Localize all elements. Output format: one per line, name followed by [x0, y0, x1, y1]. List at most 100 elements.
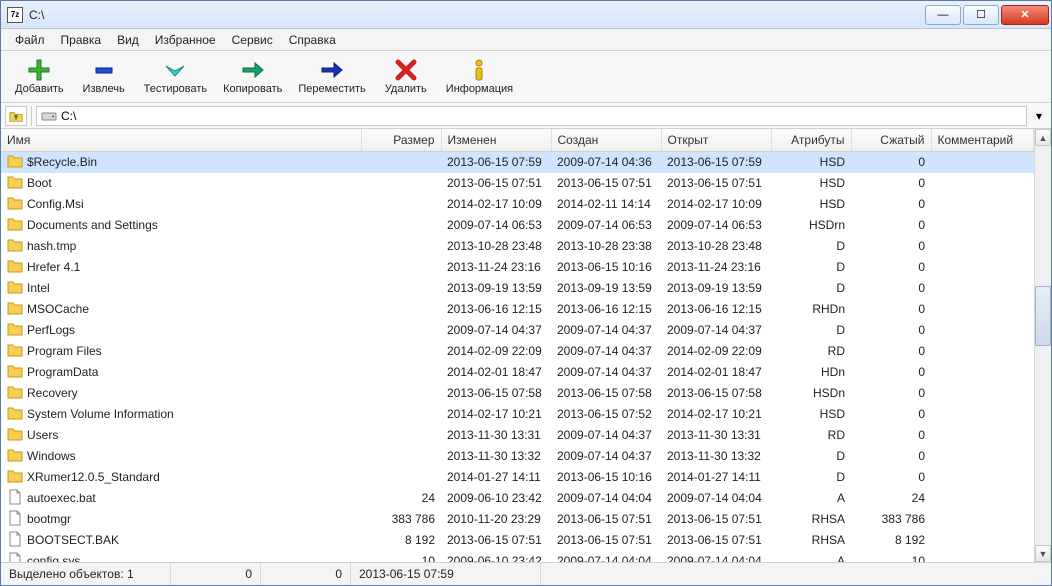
menu-view[interactable]: Вид [109, 29, 147, 50]
vertical-scrollbar[interactable]: ▲ ▼ [1034, 129, 1051, 562]
cell-comment [931, 236, 1034, 257]
table-row[interactable]: Users2013-11-30 13:312009-07-14 04:37201… [1, 425, 1034, 446]
cell-comment [931, 509, 1034, 530]
scroll-up-button[interactable]: ▲ [1035, 129, 1051, 146]
table-row[interactable]: Documents and Settings2009-07-14 06:5320… [1, 215, 1034, 236]
col-size[interactable]: Размер [361, 129, 441, 151]
col-comment[interactable]: Комментарий [931, 129, 1034, 151]
toolbar-test[interactable]: Тестировать [138, 53, 214, 101]
cell-packed: 0 [851, 446, 931, 467]
table-row[interactable]: Intel2013-09-19 13:592013-09-19 13:59201… [1, 278, 1034, 299]
cell-modified: 2013-09-19 13:59 [441, 278, 551, 299]
toolbar-copy[interactable]: Копировать [217, 53, 288, 101]
minimize-button[interactable]: — [925, 5, 961, 25]
cell-created: 2009-07-14 04:37 [551, 446, 661, 467]
file-name: Recovery [27, 386, 78, 400]
table-row[interactable]: Hrefer 4.12013-11-24 23:162013-06-15 10:… [1, 257, 1034, 278]
cell-created: 2009-07-14 04:04 [551, 551, 661, 563]
cell-size [361, 362, 441, 383]
table-row[interactable]: Program Files2014-02-09 22:092009-07-14 … [1, 341, 1034, 362]
file-name: Windows [27, 449, 76, 463]
cell-modified: 2009-06-10 23:42 [441, 551, 551, 563]
cell-packed: 0 [851, 215, 931, 236]
table-row[interactable]: ProgramData2014-02-01 18:472009-07-14 04… [1, 362, 1034, 383]
file-name: Documents and Settings [27, 218, 158, 232]
cell-opened: 2013-09-19 13:59 [661, 278, 771, 299]
titlebar[interactable]: 7z C:\ — ☐ ✕ [1, 1, 1051, 29]
table-row[interactable]: BOOTSECT.BAK8 1922013-06-15 07:512013-06… [1, 530, 1034, 551]
copy-arrow-icon [241, 58, 265, 82]
cell-modified: 2009-06-10 23:42 [441, 488, 551, 509]
toolbar-move[interactable]: Переместить [292, 53, 371, 101]
drive-icon [41, 108, 57, 124]
cell-packed: 0 [851, 257, 931, 278]
cell-packed: 10 [851, 551, 931, 563]
cell-comment [931, 194, 1034, 215]
menu-tools[interactable]: Сервис [224, 29, 281, 50]
toolbar-add[interactable]: Добавить [9, 53, 70, 101]
check-icon [163, 58, 187, 82]
status-cell-2: 0 [171, 563, 261, 585]
address-bar: C:\ ▾ [1, 103, 1051, 129]
toolbar-test-label: Тестировать [144, 83, 208, 95]
cell-created: 2013-06-15 07:51 [551, 173, 661, 194]
scroll-track[interactable] [1035, 146, 1051, 545]
cell-comment [931, 173, 1034, 194]
toolbar-move-label: Переместить [298, 83, 365, 95]
cell-opened: 2014-02-17 10:09 [661, 194, 771, 215]
folder-icon [7, 258, 23, 277]
toolbar-delete[interactable]: Удалить [376, 53, 436, 101]
cell-size [361, 425, 441, 446]
address-dropdown[interactable]: ▾ [1031, 106, 1047, 126]
table-row[interactable]: Boot2013-06-15 07:512013-06-15 07:512013… [1, 173, 1034, 194]
toolbar-info[interactable]: Информация [440, 53, 519, 101]
table-row[interactable]: config.sys 10 2009-06-10 23:422009-07-14 0… [1, 551, 1034, 563]
menu-help[interactable]: Справка [281, 29, 344, 50]
file-name: hash.tmp [27, 239, 76, 253]
col-opened[interactable]: Открыт [661, 129, 771, 151]
cell-packed: 0 [851, 278, 931, 299]
cell-created: 2013-09-19 13:59 [551, 278, 661, 299]
folder-icon [7, 216, 23, 235]
cell-modified: 2013-11-30 13:31 [441, 425, 551, 446]
scroll-thumb[interactable] [1035, 286, 1051, 346]
table-row[interactable]: Windows2013-11-30 13:322009-07-14 04:372… [1, 446, 1034, 467]
file-name: BOOTSECT.BAK [27, 533, 119, 547]
cell-created: 2013-10-28 23:38 [551, 236, 661, 257]
col-packed[interactable]: Сжатый [851, 129, 931, 151]
cell-opened: 2013-11-30 13:32 [661, 446, 771, 467]
table-row[interactable]: hash.tmp2013-10-28 23:482013-10-28 23:38… [1, 236, 1034, 257]
cell-attrs: HSD [771, 151, 851, 173]
cell-modified: 2013-06-16 12:15 [441, 299, 551, 320]
menu-file[interactable]: Файл [7, 29, 53, 50]
table-row[interactable]: autoexec.bat242009-06-10 23:422009-07-14… [1, 488, 1034, 509]
table-row[interactable]: XRumer12.0.5_Standard2014-01-27 14:11201… [1, 467, 1034, 488]
cell-packed: 0 [851, 299, 931, 320]
menu-favorites[interactable]: Избранное [147, 29, 224, 50]
toolbar-extract[interactable]: Извлечь [74, 53, 134, 101]
col-created[interactable]: Создан [551, 129, 661, 151]
cell-attrs: HSD [771, 404, 851, 425]
table-row[interactable]: PerfLogs2009-07-14 04:372009-07-14 04:37… [1, 320, 1034, 341]
address-field[interactable]: C:\ [36, 106, 1027, 126]
file-name: config.sys [27, 554, 80, 562]
col-attrs[interactable]: Атрибуты [771, 129, 851, 151]
menu-edit[interactable]: Правка [53, 29, 110, 50]
file-list[interactable]: Имя Размер Изменен Создан Открыт Атрибут… [1, 129, 1034, 562]
table-row[interactable]: Recovery2013-06-15 07:582013-06-15 07:58… [1, 383, 1034, 404]
cell-packed: 24 [851, 488, 931, 509]
cell-created: 2009-07-14 04:37 [551, 341, 661, 362]
table-row[interactable]: System Volume Information2014-02-17 10:2… [1, 404, 1034, 425]
col-name[interactable]: Имя [1, 129, 361, 151]
table-row[interactable]: $Recycle.Bin2013-06-15 07:592009-07-14 0… [1, 151, 1034, 173]
scroll-down-button[interactable]: ▼ [1035, 545, 1051, 562]
cell-modified: 2013-06-15 07:58 [441, 383, 551, 404]
close-button[interactable]: ✕ [1001, 5, 1049, 25]
table-row[interactable]: bootmgr383 7862010-11-20 23:292013-06-15… [1, 509, 1034, 530]
up-button[interactable] [5, 106, 27, 126]
cell-comment [931, 404, 1034, 425]
maximize-button[interactable]: ☐ [963, 5, 999, 25]
col-modified[interactable]: Изменен [441, 129, 551, 151]
table-row[interactable]: Config.Msi2014-02-17 10:092014-02-11 14:… [1, 194, 1034, 215]
table-row[interactable]: MSOCache2013-06-16 12:152013-06-16 12:15… [1, 299, 1034, 320]
